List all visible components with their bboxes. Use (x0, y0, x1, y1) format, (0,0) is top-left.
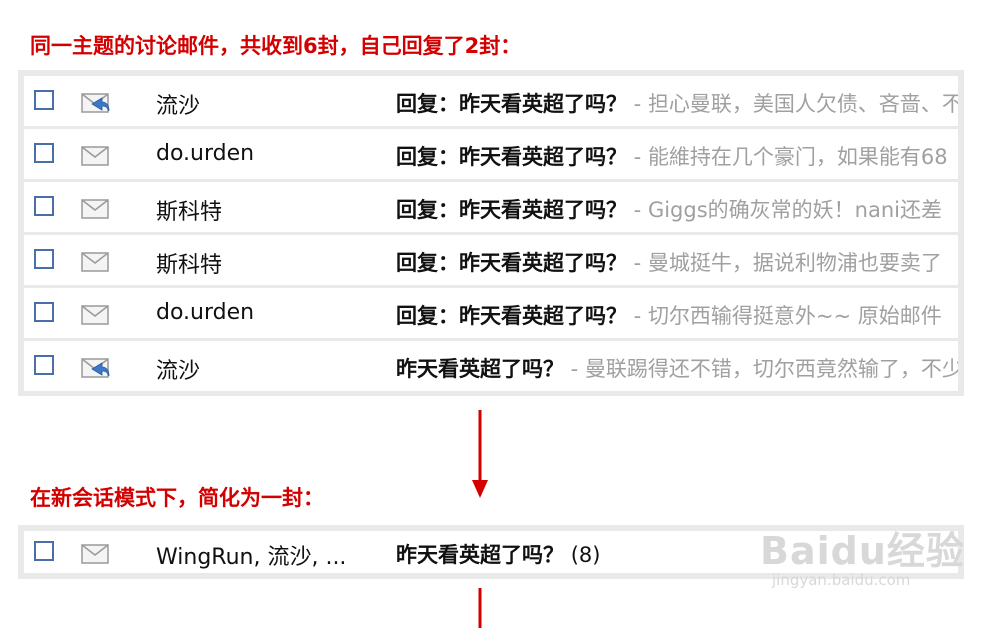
mail-sender: do.urden (156, 300, 255, 325)
mail-preview: 曼联踢得还不错，切尔西竟然输了，不少 (584, 357, 958, 381)
mail-subject-line: 回复：昨天看英超了吗？ - 曼城挺牛，据说利物浦也要卖了 (396, 247, 958, 277)
mail-sender: do.urden (156, 141, 255, 166)
select-checkbox[interactable] (34, 90, 54, 110)
mail-subject: 回复：昨天看英超了吗？ (396, 92, 627, 116)
mail-sender: 流沙 (156, 359, 201, 384)
preview-separator: - (627, 198, 648, 222)
preview-separator: - (627, 145, 648, 169)
select-checkbox[interactable] (34, 541, 54, 561)
select-checkbox[interactable] (34, 302, 54, 322)
mail-row[interactable]: 流沙 回复：昨天看英超了吗？ - 担心曼联，美国人欠债、吝啬、不 (24, 76, 958, 129)
select-checkbox[interactable] (34, 143, 54, 163)
mail-preview: Giggs的确灰常的妖！nani还差 (647, 198, 942, 222)
mail-row[interactable]: 斯科特 回复：昨天看英超了吗？ - Giggs的确灰常的妖！nani还差 (24, 182, 958, 235)
reply-envelope-icon (81, 93, 110, 113)
watermark-logo: Baidu经验 (760, 529, 965, 573)
mail-row[interactable]: do.urden 回复：昨天看英超了吗？ - 切尔西输得挺意外~~ 原始邮件 (24, 288, 958, 341)
mail-sender: 流沙 (156, 94, 201, 119)
envelope-icon (81, 305, 109, 325)
mail-preview: 切尔西输得挺意外~~ 原始邮件 (647, 304, 942, 328)
preview-separator: - (564, 357, 585, 381)
mail-sender: 斯科特 (156, 253, 223, 278)
preview-separator: - (627, 251, 648, 275)
mail-subject: 回复：昨天看英超了吗？ (396, 198, 627, 222)
mail-subject: 回复：昨天看英超了吗？ (396, 145, 627, 169)
preview-separator: - (627, 304, 648, 328)
select-checkbox[interactable] (34, 355, 54, 375)
mail-subject-line: 昨天看英超了吗？ - 曼联踢得还不错，切尔西竟然输了，不少 (396, 353, 958, 383)
mail-preview: 担心曼联，美国人欠债、吝啬、不 (647, 92, 958, 116)
mail-subject: 回复：昨天看英超了吗？ (396, 304, 627, 328)
mail-row[interactable]: 流沙 昨天看英超了吗？ - 曼联踢得还不错，切尔西竟然输了，不少 (24, 341, 958, 391)
mail-row[interactable]: 斯科特 回复：昨天看英超了吗？ - 曼城挺牛，据说利物浦也要卖了 (24, 235, 958, 288)
mail-subject: 回复：昨天看英超了吗？ (396, 251, 627, 275)
mail-list-thread: 流沙 回复：昨天看英超了吗？ - 担心曼联，美国人欠债、吝啬、不 do.urden 回… (18, 70, 964, 396)
envelope-icon (81, 252, 109, 272)
mail-subject-line: 回复：昨天看英超了吗？ - 担心曼联，美国人欠债、吝啬、不 (396, 88, 958, 118)
message-count: (8) (570, 543, 601, 567)
baidu-jingyan-watermark: Baidu经验 jingyan.baidu.com (760, 520, 965, 589)
select-checkbox[interactable] (34, 249, 54, 269)
heading-thread-messages: 同一主题的讨论邮件，共收到6封，自己回复了2封： (30, 34, 522, 58)
mail-subject: 昨天看英超了吗？ (396, 357, 564, 381)
mail-subject-line: 回复：昨天看英超了吗？ - Giggs的确灰常的妖！nani还差 (396, 194, 958, 224)
reply-envelope-icon (81, 358, 110, 378)
preview-separator: - (627, 92, 648, 116)
conversation-subject: 昨天看英超了吗？ (396, 543, 564, 567)
envelope-icon (81, 544, 109, 564)
arrow-down-icon (472, 410, 488, 498)
envelope-icon (81, 199, 109, 219)
select-checkbox[interactable] (34, 196, 54, 216)
mail-subject-line: 回复：昨天看英超了吗？ - 能維持在几个豪门，如果能有68 (396, 141, 958, 171)
arrow-down-icon (478, 588, 482, 628)
envelope-icon (81, 146, 109, 166)
mail-sender: 斯科特 (156, 200, 223, 225)
mail-preview: 能維持在几个豪门，如果能有68 (647, 145, 948, 169)
heading-conversation-mode: 在新会话模式下，简化为一封： (30, 486, 324, 510)
mail-subject-line: 回复：昨天看英超了吗？ - 切尔西输得挺意外~~ 原始邮件 (396, 300, 958, 330)
mail-row[interactable]: do.urden 回复：昨天看英超了吗？ - 能維持在几个豪门，如果能有68 (24, 129, 958, 182)
conversation-senders: WingRun, 流沙, ... (156, 545, 347, 570)
mail-preview: 曼城挺牛，据说利物浦也要卖了 (647, 251, 942, 275)
